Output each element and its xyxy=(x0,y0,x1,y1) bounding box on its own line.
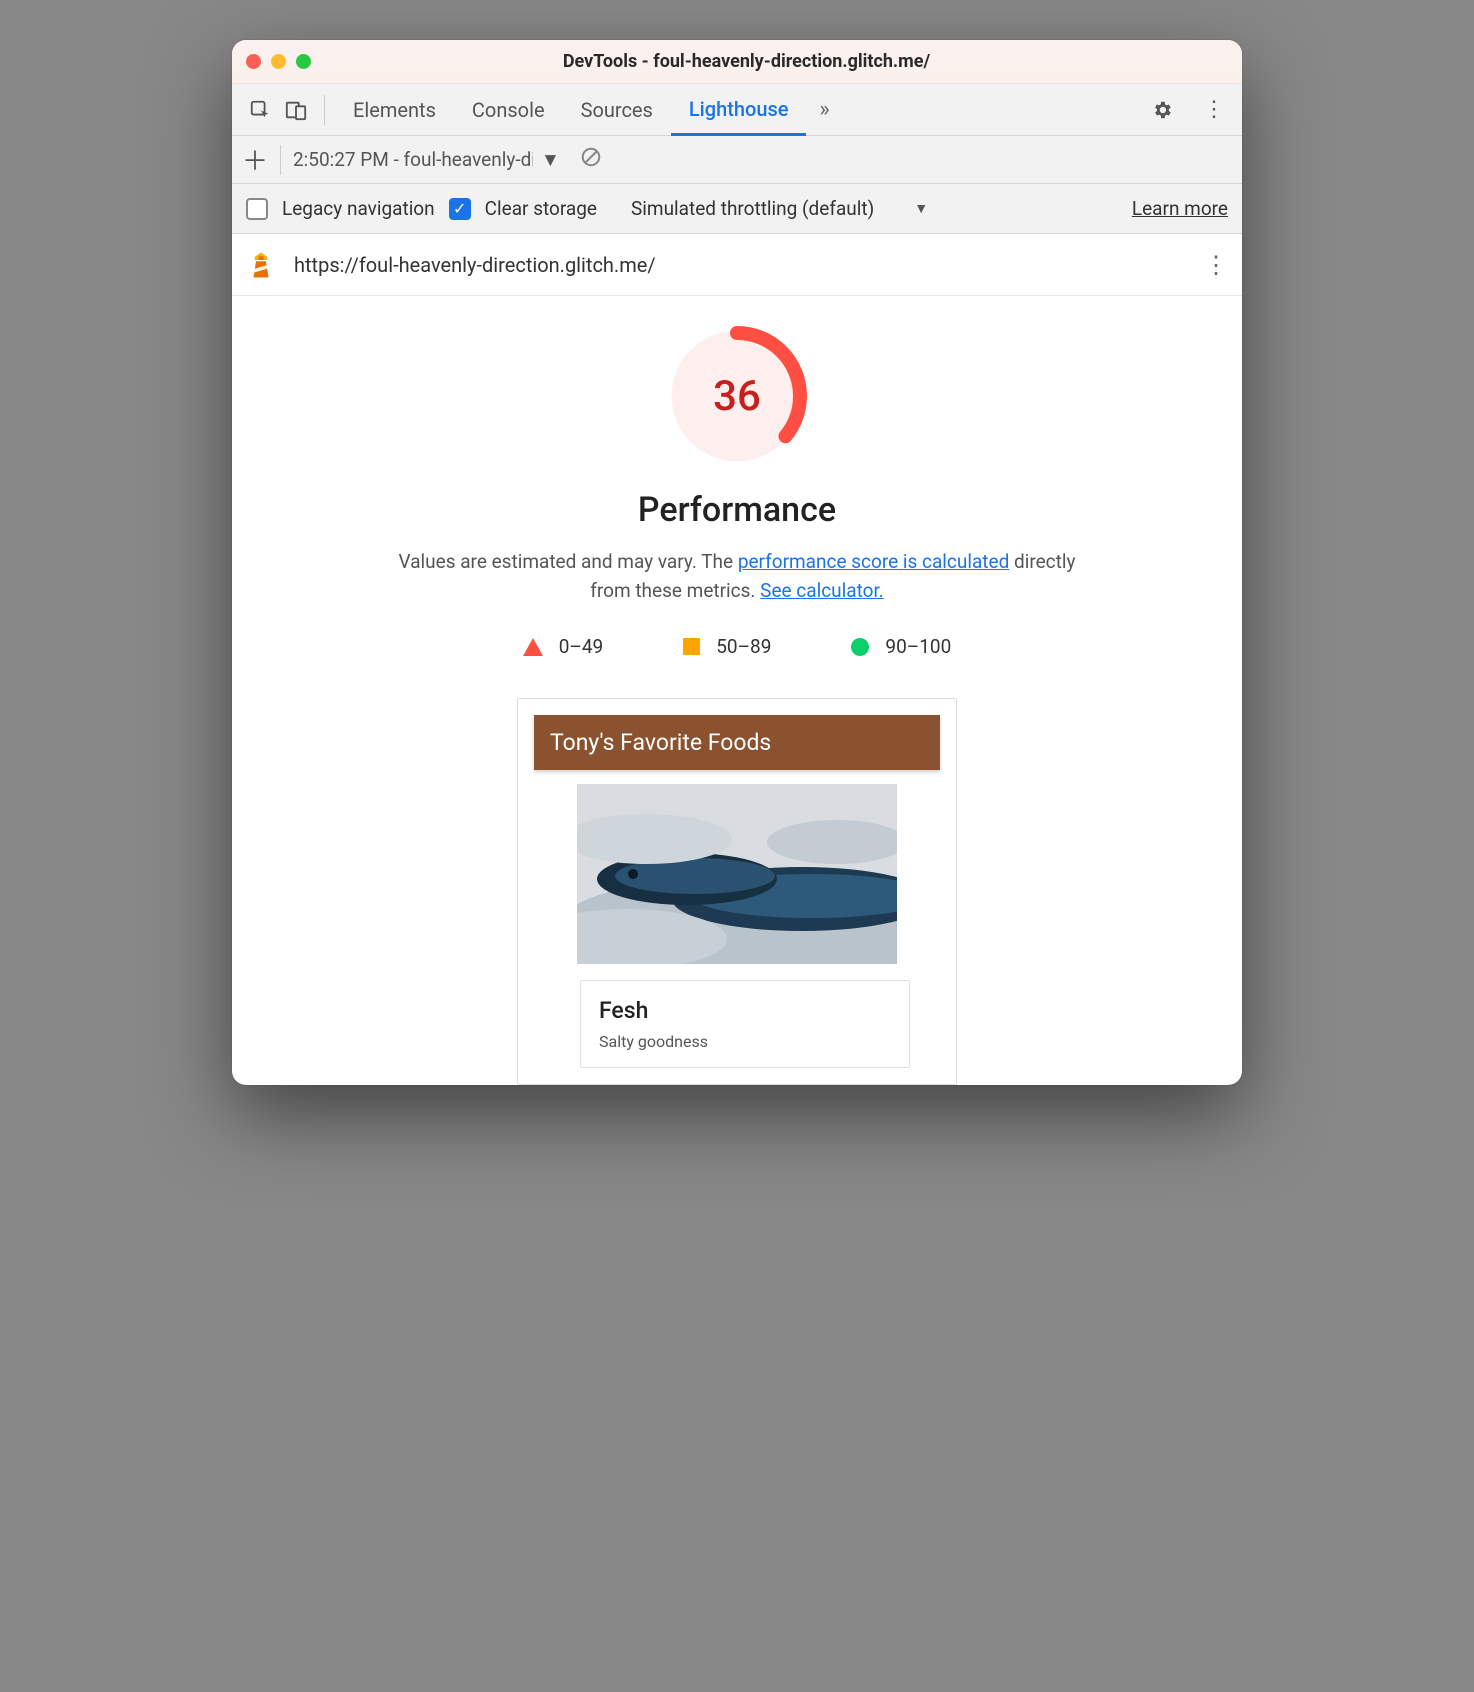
throttling-dropdown-caret[interactable]: ▼ xyxy=(914,200,928,217)
circle-pass-icon xyxy=(851,638,869,656)
lighthouse-toolbar: ＋ 2:50:27 PM - foul-heavenly-di ▼ xyxy=(232,136,1242,184)
more-tabs-icon[interactable]: » xyxy=(812,98,836,122)
throttling-label: Simulated throttling (default) xyxy=(631,197,874,220)
preview-item-card: Fesh Salty goodness xyxy=(580,980,910,1068)
report-url-text: https://foul-heavenly-direction.glitch.m… xyxy=(294,253,656,277)
performance-category-title: Performance xyxy=(262,490,1212,530)
tab-lighthouse[interactable]: Lighthouse xyxy=(671,84,807,136)
learn-more-link[interactable]: Learn more xyxy=(1132,197,1228,220)
triangle-fail-icon xyxy=(523,638,543,656)
window-titlebar: DevTools - foul-heavenly-direction.glitc… xyxy=(232,40,1242,84)
clear-report-icon[interactable] xyxy=(580,146,602,173)
legacy-navigation-checkbox[interactable] xyxy=(246,198,268,220)
score-legend: 0–49 50–89 90–100 xyxy=(262,635,1212,658)
performance-score-value: 36 xyxy=(667,326,807,466)
kebab-menu-icon[interactable]: ⋮ xyxy=(1202,98,1226,122)
preview-item-subtitle: Salty goodness xyxy=(599,1032,891,1051)
device-toggle-icon[interactable] xyxy=(284,98,308,122)
see-calculator-link[interactable]: See calculator. xyxy=(760,579,884,602)
separator xyxy=(280,145,281,175)
page-screenshot-preview: Tony's Favorite Foods Fesh Salty goodnes… xyxy=(517,698,957,1085)
performance-gauge[interactable]: 36 xyxy=(667,326,807,466)
new-report-button[interactable]: ＋ xyxy=(242,147,268,173)
preview-header: Tony's Favorite Foods xyxy=(534,715,940,770)
report-select-dropdown[interactable]: 2:50:27 PM - foul-heavenly-di ▼ xyxy=(293,148,560,172)
legend-pass-label: 90–100 xyxy=(885,635,951,658)
legend-average-label: 50–89 xyxy=(716,635,771,658)
legend-average: 50–89 xyxy=(683,635,771,658)
close-window-button[interactable] xyxy=(246,54,261,69)
clear-storage-checkbox[interactable]: ✓ xyxy=(449,198,471,220)
inspect-element-icon[interactable] xyxy=(248,98,272,122)
report-menu-icon[interactable]: ⋮ xyxy=(1204,251,1228,279)
preview-item-title: Fesh xyxy=(599,997,891,1024)
devtools-window: DevTools - foul-heavenly-direction.glitc… xyxy=(232,40,1242,1085)
legend-pass: 90–100 xyxy=(851,635,951,658)
chevron-down-icon: ▼ xyxy=(541,148,560,172)
score-calc-link[interactable]: performance score is calculated xyxy=(738,550,1009,573)
legacy-navigation-label: Legacy navigation xyxy=(282,197,435,220)
legend-fail-label: 0–49 xyxy=(559,635,604,658)
devtools-tabbar: Elements Console Sources Lighthouse » ⋮ xyxy=(232,84,1242,136)
window-title: DevTools - foul-heavenly-direction.glitc… xyxy=(311,51,1228,72)
lighthouse-logo-icon xyxy=(246,250,276,280)
clear-storage-label: Clear storage xyxy=(485,197,597,220)
lighthouse-report: 36 Performance Values are estimated and … xyxy=(232,296,1242,1085)
performance-description: Values are estimated and may vary. The p… xyxy=(377,548,1097,605)
lighthouse-options-bar: Legacy navigation ✓ Clear storage Simula… xyxy=(232,184,1242,234)
tab-sources[interactable]: Sources xyxy=(563,84,671,136)
desc-text: Values are estimated and may vary. The xyxy=(399,550,738,573)
preview-hero-image xyxy=(577,784,897,964)
legend-fail: 0–49 xyxy=(523,635,604,658)
minimize-window-button[interactable] xyxy=(271,54,286,69)
tab-elements[interactable]: Elements xyxy=(335,84,454,136)
settings-gear-icon[interactable] xyxy=(1150,98,1174,122)
traffic-lights xyxy=(246,54,311,69)
zoom-window-button[interactable] xyxy=(296,54,311,69)
report-select-label: 2:50:27 PM - foul-heavenly-di xyxy=(293,148,533,171)
square-average-icon xyxy=(683,638,700,655)
tab-console[interactable]: Console xyxy=(454,84,563,136)
report-url-bar: https://foul-heavenly-direction.glitch.m… xyxy=(232,234,1242,296)
separator xyxy=(324,95,325,125)
